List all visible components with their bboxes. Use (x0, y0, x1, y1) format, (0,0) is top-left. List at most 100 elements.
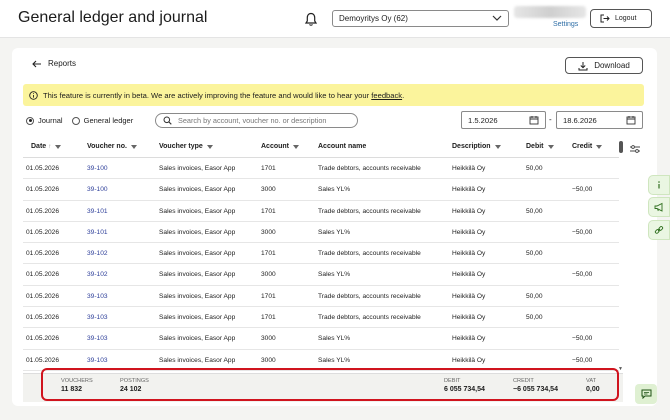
date-range-separator: - (549, 115, 552, 124)
journal-radio-dot[interactable] (26, 116, 34, 125)
download-label: Download (594, 61, 630, 70)
cell-description: Heikkilä Oy (452, 335, 486, 343)
feedback-link[interactable]: feedback (371, 91, 402, 100)
column-header-debit[interactable]: Debit (526, 143, 554, 150)
column-header-date[interactable]: Date ↑ (31, 143, 62, 150)
announcements-side-button[interactable] (648, 197, 670, 217)
cell-date: 01.05.2026 (26, 228, 60, 236)
bell-icon[interactable] (304, 12, 318, 27)
search-input[interactable]: Search by account, voucher no. or descri… (155, 113, 358, 128)
settings-link[interactable]: Settings (553, 21, 578, 28)
column-header-voucher-no[interactable]: Voucher no. (87, 143, 137, 150)
download-button[interactable]: Download (565, 57, 643, 74)
link-side-button[interactable] (648, 220, 670, 240)
chat-button[interactable] (635, 384, 657, 404)
download-icon (578, 61, 588, 70)
arrow-left-icon (32, 60, 41, 67)
cell-credit: −50,00 (572, 271, 593, 279)
column-header-description[interactable]: Description (452, 143, 501, 150)
cell-account: 3000 (261, 271, 276, 279)
table-row[interactable]: 01.05.2026 39-103 Sales invoices, Easor Ap… (23, 328, 619, 350)
search-icon (163, 116, 172, 125)
cell-voucher-no[interactable]: 39-102 (87, 250, 108, 257)
cell-voucher-type: Sales invoices, Easor App (159, 314, 236, 322)
table-row[interactable]: 01.05.2026 39-102 Sales invoices, Easor Ap… (23, 243, 619, 265)
back-to-reports-link[interactable]: Reports (32, 59, 76, 68)
logout-button[interactable]: Logout (590, 9, 652, 28)
column-header-voucher-type[interactable]: Voucher type (159, 143, 213, 150)
summary-vouchers: VOUCHERS 11 832 (61, 378, 93, 393)
cell-account-name: Sales YL% (318, 228, 351, 236)
cell-account-name: Trade debtors, accounts receivable (318, 314, 421, 322)
company-select-value: Demoyritys Oy (62) (339, 14, 408, 23)
cell-debit: 50,00 (526, 207, 543, 215)
table-row[interactable]: 01.05.2026 39-100 Sales invoices, Easor Ap… (23, 179, 619, 201)
cell-voucher-no[interactable]: 39-103 (87, 357, 108, 364)
info-side-button[interactable] (648, 175, 670, 195)
cell-voucher-type: Sales invoices, Easor App (159, 207, 236, 215)
column-header-account-name[interactable]: Account name (318, 143, 366, 150)
general-ledger-radio-label: General ledger (83, 116, 134, 125)
view-mode-radios: Journal General ledger (26, 116, 142, 125)
cell-voucher-no[interactable]: 39-100 (87, 165, 108, 172)
company-select[interactable]: Demoyritys Oy (62) (332, 10, 509, 27)
cell-date: 01.05.2026 (26, 186, 60, 194)
summary-vat: VAT 0,00 (586, 378, 600, 393)
cell-voucher-no[interactable]: 39-101 (87, 229, 108, 236)
table-scrollbar-thumb[interactable] (619, 141, 623, 153)
date-to-value: 18.6.2026 (563, 116, 597, 125)
megaphone-icon (654, 202, 662, 212)
cell-voucher-no[interactable]: 39-102 (87, 271, 108, 278)
column-header-account[interactable]: Account (261, 143, 299, 150)
table-row[interactable]: 01.05.2026 39-101 Sales invoices, Easor Ap… (23, 222, 619, 244)
general-ledger-radio[interactable]: General ledger (71, 116, 134, 125)
cell-voucher-type: Sales invoices, Easor App (159, 335, 236, 343)
cell-description: Heikkilä Oy (452, 356, 486, 364)
summary-credit-value: −6 055 734,54 (513, 386, 558, 393)
cell-date: 01.05.2026 (26, 271, 60, 279)
cell-description: Heikkilä Oy (452, 186, 486, 194)
cell-credit: −50,00 (572, 186, 593, 194)
cell-account: 1701 (261, 292, 276, 300)
reports-label: Reports (48, 59, 77, 68)
table-row[interactable]: 01.05.2026 39-103 Sales invoices, Easor Ap… (23, 350, 619, 371)
scroll-down-icon[interactable]: ▼ (618, 366, 623, 372)
chevron-down-icon (492, 15, 502, 21)
logout-label: Logout (615, 15, 637, 22)
cell-date: 01.05.2026 (26, 165, 60, 172)
cell-voucher-no[interactable]: 39-100 (87, 186, 108, 193)
table-row[interactable]: 01.05.2026 39-103 Sales invoices, Easor Ap… (23, 286, 619, 308)
date-to-input[interactable]: 18.6.2026 (556, 111, 643, 129)
cell-date: 01.05.2026 (26, 292, 60, 300)
cell-credit: −50,00 (572, 356, 593, 364)
table-row[interactable]: 01.05.2026 39-102 Sales invoices, Easor Ap… (23, 264, 619, 286)
cell-account-name: Sales YL% (318, 335, 351, 343)
cell-description: Heikkilä Oy (452, 207, 486, 215)
journal-radio[interactable]: Journal (26, 116, 63, 125)
column-header-credit[interactable]: Credit (572, 143, 603, 150)
date-from-input[interactable]: 1.5.2026 (461, 111, 546, 129)
cell-debit: 50,00 (526, 292, 543, 300)
table-row[interactable]: 01.05.2026 39-103 Sales invoices, Easor Ap… (23, 307, 619, 329)
cell-voucher-no[interactable]: 39-101 (87, 208, 108, 215)
cell-date: 01.05.2026 (26, 356, 60, 364)
calendar-icon[interactable] (626, 115, 636, 125)
cell-voucher-no[interactable]: 39-103 (87, 293, 108, 300)
table-row[interactable]: 01.05.2026 39-101 Sales invoices, Easor Ap… (23, 201, 619, 222)
cell-account-name: Sales YL% (318, 186, 351, 194)
general-ledger-radio-dot[interactable] (71, 116, 80, 125)
cell-voucher-type: Sales invoices, Easor App (159, 292, 236, 300)
column-settings-icon[interactable] (629, 144, 641, 154)
cell-account: 3000 (261, 186, 276, 194)
cell-account-name: Sales YL% (318, 271, 351, 279)
journal-radio-label: Journal (38, 116, 63, 125)
cell-date: 01.05.2026 (26, 314, 60, 322)
cell-voucher-no[interactable]: 39-103 (87, 314, 108, 321)
info-icon (29, 90, 38, 100)
table-row[interactable]: 01.05.2026 39-100 Sales invoices, Easor Ap… (23, 158, 619, 180)
table-scrollbar[interactable] (618, 138, 624, 374)
calendar-icon[interactable] (529, 115, 539, 125)
cell-voucher-no[interactable]: 39-103 (87, 335, 108, 342)
cell-account: 3000 (261, 356, 276, 364)
main-card: Reports Download This feature is current… (12, 48, 657, 406)
